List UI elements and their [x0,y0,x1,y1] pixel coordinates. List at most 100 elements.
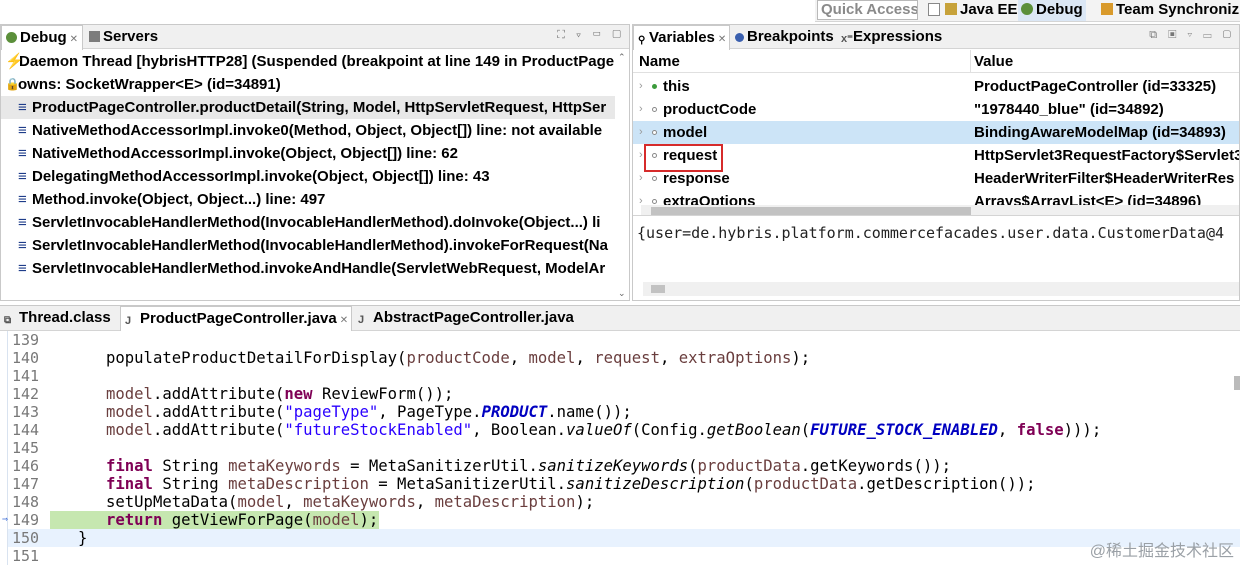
variables-tabbar: ⚲ Variables ✕ Breakpoints x⁼Expressions ⧉ … [633,25,1239,50]
local-variable-icon [652,176,657,181]
variable-row-extraOptions[interactable]: › extraOptions Arrays$ArrayList<E> (id=348… [633,190,1239,206]
breakpoints-icon [735,33,744,42]
stack-frame-icon: ≡ [18,99,27,116]
code-line[interactable]: 146 final String metaKeywords = MetaSanit… [0,457,1240,475]
column-name-header[interactable]: Name [639,50,680,73]
tab-productpagecontroller[interactable]: J ProductPageController.java ✕ [120,306,352,331]
stack-frame-icon: ≡ [18,122,27,139]
stack-frame[interactable]: ≡ ServletInvocableHandlerMethod(Invocable… [1,211,617,234]
scrollbar-thumb[interactable] [651,207,971,215]
quick-access-field[interactable]: Quick Access [817,0,918,20]
lock-icon: 🔒 [5,77,20,91]
stack-frame-icon: ≡ [18,237,27,254]
stack-frame[interactable]: ≡ ServletInvocableHandlerMethod(Invocable… [1,234,617,257]
code-line[interactable]: 148 setUpMetaData(model, metaKeywords, me… [0,493,1240,511]
perspective-toolbar: Quick Access Java EE Debug Team Synchron… [815,0,1240,22]
chevron-down-icon[interactable]: ⌄ [618,288,626,299]
debug-bug-icon [1021,3,1033,15]
variables-header: Name Value [633,50,1239,73]
java-file-icon: J [125,315,132,327]
stack-frame-icon: ≡ [18,168,27,185]
close-icon[interactable]: ✕ [718,34,726,45]
expand-arrow-icon[interactable]: › [639,121,643,144]
field-icon [652,84,657,89]
local-variable-icon [652,107,657,112]
code-line[interactable]: 147 final String metaDescription = MetaSa… [0,475,1240,493]
instruction-pointer-icon: ⇒ [2,514,9,525]
variable-row-productCode[interactable]: › productCode "1978440_blue" (id=34892) [633,98,1239,121]
tab-expressions[interactable]: x⁼Expressions [837,25,942,49]
code-line[interactable]: 139 [0,331,1240,349]
stack-frame[interactable]: ≡ DelegatingMethodAccessorImpl.invoke(Obj… [1,165,617,188]
debug-view: Debug ✕ Servers ⛶ ▿ ▭ ▢ ⚡ Daemon Thread [h… [0,24,630,301]
view-toolbar-buttons[interactable]: ⛶ ▿ ▭ ▢ [557,29,625,42]
code-line[interactable]: 143 model.addAttribute("pageType", PageTy… [0,403,1240,421]
code-line[interactable]: 145 [0,439,1240,457]
stack-frame-icon: ≡ [18,260,27,277]
code-editor: ⧉ Thread.class J ProductPageController.jav… [0,305,1240,565]
java-ee-icon [945,3,957,15]
tab-servers[interactable]: Servers [85,25,158,49]
overview-ruler-marker[interactable] [1234,376,1240,390]
close-icon[interactable]: ✕ [70,34,78,45]
code-line[interactable]: 140 populateProductDetailForDisplay(produ… [0,349,1240,367]
stack-frame[interactable]: ≡ Method.invoke(Object, Object...) line: … [1,188,617,211]
stack-frame[interactable]: ≡ NativeMethodAccessorImpl.invoke0(Method… [1,119,617,142]
view-toolbar-buttons[interactable]: ⧉ ▣ ▿ ▭ ▢ [1149,29,1235,42]
expand-arrow-icon[interactable]: › [639,144,643,167]
detail-value-text[interactable]: {user=de.hybris.platform.commercefacades… [637,224,1224,242]
editor-tabbar: ⧉ Thread.class J ProductPageController.jav… [0,306,1240,331]
code-line-current[interactable]: ⇒ 149 return getViewForPage(model); [0,511,1240,529]
variable-row-request[interactable]: › request HttpServlet3RequestFactory$Servl… [633,144,1239,167]
code-line[interactable]: 141 [0,367,1240,385]
expand-arrow-icon[interactable]: › [639,190,643,206]
tab-debug[interactable]: Debug ✕ [1,25,83,50]
sync-icon [1101,3,1113,15]
class-file-icon: ⧉ [4,315,12,326]
scrollbar-thumb[interactable] [651,285,665,293]
code-line[interactable]: 144 model.addAttribute("futureStockEnable… [0,421,1240,439]
variable-row-response[interactable]: › response HeaderWriterFilter$HeaderWriter… [633,167,1239,190]
highlight-box [644,144,723,172]
variables-icon: ⚲ [638,35,646,46]
stack-frame-icon: ≡ [18,214,27,231]
column-value-header[interactable]: Value [974,50,1013,73]
watermark: @稀土掘金技术社区 [1089,543,1234,560]
close-icon[interactable]: ✕ [340,315,348,326]
code-line[interactable]: 150} [0,529,1240,547]
stack-frame-icon: ≡ [18,191,27,208]
tab-thread-class[interactable]: ⧉ Thread.class [0,306,111,330]
expand-arrow-icon[interactable]: › [639,98,643,121]
perspective-java-ee[interactable]: Java EE [945,0,1018,21]
variable-row-this[interactable]: › this ProductPageController (id=33325) [633,75,1239,98]
expand-arrow-icon[interactable]: › [639,167,643,190]
tab-variables[interactable]: ⚲ Variables ✕ [633,25,730,50]
debug-tabbar: Debug ✕ Servers ⛶ ▿ ▭ ▢ [1,25,629,50]
tab-abstractpagecontroller[interactable]: J AbstractPageController.java [354,306,574,330]
owns-row[interactable]: 🔒 owns: SocketWrapper<E> (id=34891) [1,73,617,96]
local-variable-icon [652,199,657,204]
tab-breakpoints[interactable]: Breakpoints [731,25,834,49]
thread-icon: ⚡ [5,53,24,70]
code-line[interactable]: 142 model.addAttribute(new ReviewForm()); [0,385,1240,403]
debug-bug-icon [6,32,17,43]
code-line[interactable]: 151 [0,547,1240,565]
expressions-icon: x⁼ [841,33,853,45]
chevron-up-icon[interactable]: ⌃ [618,52,626,63]
expand-arrow-icon[interactable]: › [639,75,643,98]
variables-view: ⚲ Variables ✕ Breakpoints x⁼Expressions ⧉ … [632,24,1240,301]
stack-frame[interactable]: ≡ ProductPageController.productDetail(Str… [1,96,617,119]
java-file-icon: J [358,314,365,326]
thread-row[interactable]: ⚡ Daemon Thread [hybrisHTTP28] (Suspended… [1,50,617,73]
perspective-debug[interactable]: Debug [1018,0,1086,21]
variable-row-model[interactable]: › model BindingAwareModelMap (id=34893) [633,121,1239,144]
horizontal-scrollbar[interactable] [643,282,1239,296]
open-perspective-icon[interactable] [928,3,940,16]
vertical-scrollbar[interactable]: ⌃ ⌄ [615,50,629,300]
perspective-team-sync[interactable]: Team Synchronizing [1101,0,1240,21]
local-variable-icon [652,130,657,135]
stack-frame[interactable]: ≡ NativeMethodAccessorImpl.invoke(Object,… [1,142,617,165]
servers-icon [89,31,100,42]
stack-frame[interactable]: ≡ ServletInvocableHandlerMethod.invokeAnd… [1,257,617,280]
stack-frame-icon: ≡ [18,145,27,162]
